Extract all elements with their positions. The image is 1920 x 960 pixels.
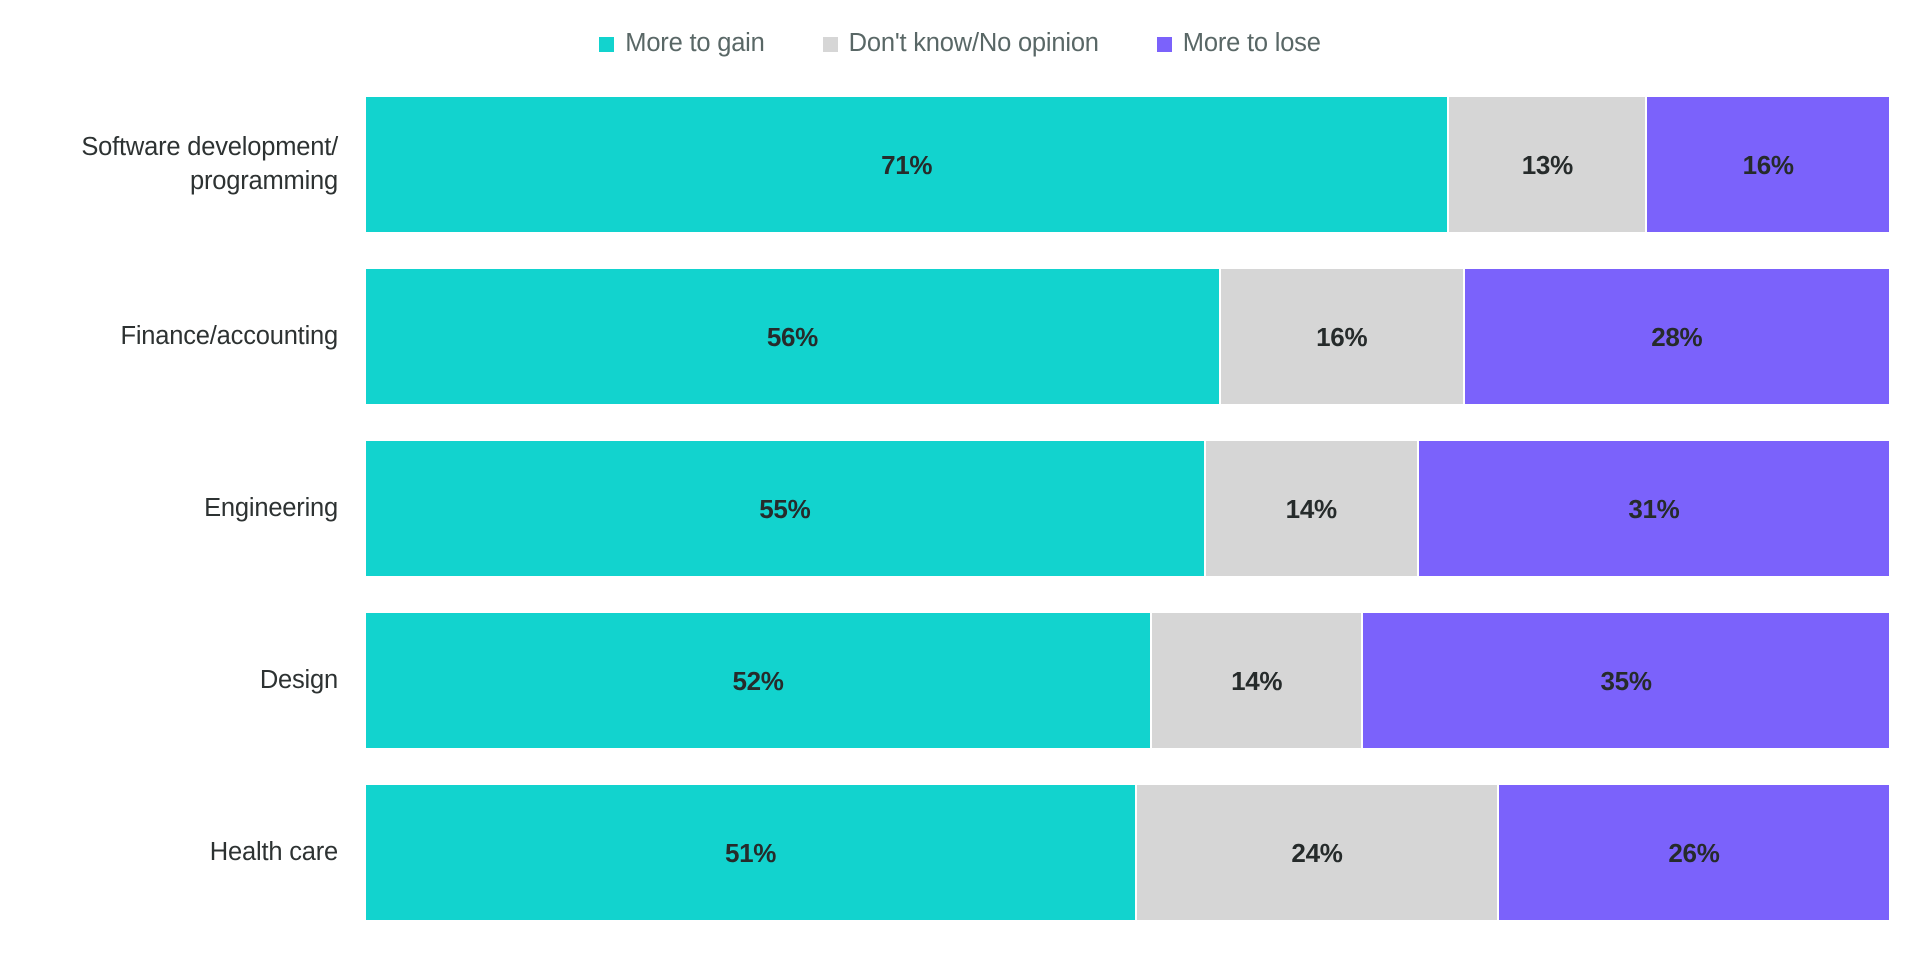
legend-square-icon	[1156, 36, 1172, 52]
bar-segment[interactable]: 16%	[1645, 97, 1889, 232]
stacked-bar-chart: More to gain Don't know/No opinion More to…	[0, 0, 1920, 960]
legend-square-icon	[599, 36, 615, 52]
chart-plot-area: Software development/ programming 71% 13% 1…	[0, 97, 1920, 920]
bar-segment-value: 55%	[759, 493, 811, 524]
legend-item[interactable]: More to gain	[599, 29, 765, 58]
stacked-bar: 71% 13% 16%	[366, 97, 1889, 232]
bar-segment[interactable]: 24%	[1135, 785, 1497, 920]
stacked-bar: 56% 16% 28%	[366, 269, 1889, 404]
chart-legend: More to gain Don't know/No opinion More to…	[0, 24, 1920, 64]
category-label: Engineering	[204, 493, 338, 522]
bar-segment-value: 56%	[766, 321, 818, 352]
bar-segment[interactable]: 14%	[1203, 441, 1417, 576]
legend-square-icon	[822, 36, 838, 52]
category-label: Software development/ programming	[81, 132, 338, 195]
bar-segment-value: 24%	[1291, 837, 1343, 868]
legend-item-label: Don't know/No opinion	[848, 29, 1099, 58]
category-label: Finance/accounting	[120, 321, 338, 350]
bar-segment-value: 71%	[881, 149, 933, 180]
bar-segment[interactable]: 13%	[1447, 97, 1646, 232]
bar-segment-value: 31%	[1628, 493, 1680, 524]
legend-item-label: More to lose	[1182, 29, 1321, 58]
chart-row: Finance/accounting 56% 16% 28%	[0, 269, 1920, 404]
bar-segment-value: 35%	[1600, 665, 1652, 696]
legend-item[interactable]: More to lose	[1156, 29, 1321, 58]
stacked-bar: 52% 14% 35%	[366, 613, 1889, 748]
bar-segment-value: 14%	[1231, 665, 1283, 696]
chart-row: Engineering 55% 14% 31%	[0, 441, 1920, 576]
category-label: Health care	[209, 837, 338, 866]
legend-item-label: More to gain	[625, 29, 765, 58]
bar-segment-value: 13%	[1521, 149, 1573, 180]
bar-segment[interactable]: 16%	[1218, 269, 1463, 404]
bar-segment[interactable]: 71%	[366, 97, 1448, 232]
bar-segment[interactable]: 31%	[1416, 441, 1889, 576]
bar-segment[interactable]: 56%	[366, 269, 1219, 404]
category-label: Design	[259, 665, 338, 694]
bar-segment[interactable]: 51%	[366, 785, 1136, 920]
bar-segment[interactable]: 52%	[366, 613, 1151, 748]
bar-segment[interactable]: 14%	[1150, 613, 1362, 748]
bar-segment-value: 16%	[1742, 149, 1794, 180]
legend-item[interactable]: Don't know/No opinion	[822, 29, 1099, 58]
stacked-bar: 55% 14% 31%	[366, 441, 1889, 576]
chart-row: Design 52% 14% 35%	[0, 613, 1920, 748]
bar-segment[interactable]: 26%	[1496, 785, 1889, 920]
chart-row: Software development/ programming 71% 13% 1…	[0, 97, 1920, 232]
bar-segment[interactable]: 55%	[366, 441, 1204, 576]
stacked-bar: 51% 24% 26%	[366, 785, 1889, 920]
bar-segment-value: 52%	[732, 665, 784, 696]
bar-segment[interactable]: 35%	[1361, 613, 1889, 748]
bar-segment-value: 14%	[1285, 493, 1337, 524]
bar-segment[interactable]: 28%	[1462, 269, 1889, 404]
chart-row: Health care 51% 24% 26%	[0, 785, 1920, 920]
bar-segment-value: 26%	[1668, 837, 1720, 868]
bar-segment-value: 51%	[724, 837, 777, 868]
bar-segment-value: 28%	[1651, 321, 1703, 352]
bar-segment-value: 16%	[1316, 321, 1368, 352]
